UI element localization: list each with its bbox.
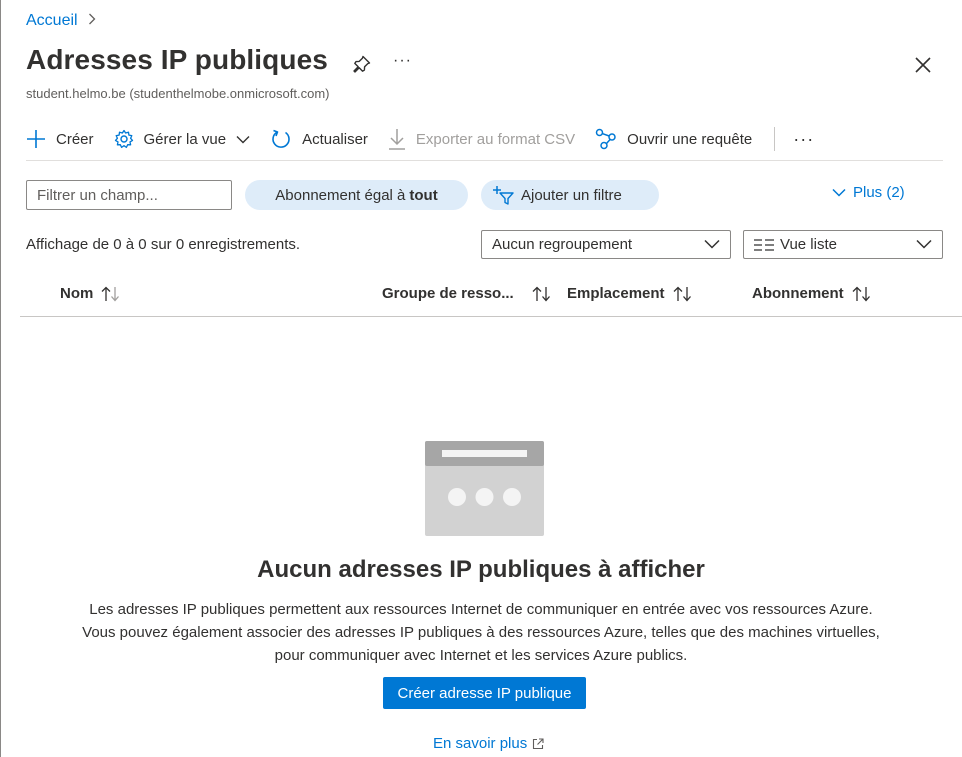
add-filter-button[interactable]: Ajouter un filtre <box>481 180 659 210</box>
toolbar-divider <box>774 127 776 151</box>
sort-icon <box>101 286 120 301</box>
chevron-down-icon <box>832 188 846 197</box>
plus-icon <box>27 130 45 148</box>
command-bar: Créer Gérer la vue Actualiser Exporter a… <box>26 122 814 156</box>
download-icon <box>388 129 405 150</box>
column-header-subscription[interactable]: Abonnement <box>752 285 872 302</box>
export-csv-button[interactable]: Exporter au format CSV <box>388 128 575 150</box>
empty-browser-illustration-icon <box>425 441 544 536</box>
column-header-location[interactable]: Emplacement <box>567 285 693 302</box>
list-view-icon <box>754 238 774 251</box>
more-filters-link[interactable]: Plus (2) <box>832 184 905 201</box>
refresh-label: Actualiser <box>302 130 368 148</box>
column-header-subscription-label: Abonnement <box>752 285 844 302</box>
more-filters-label: Plus (2) <box>853 184 905 201</box>
open-query-button[interactable]: Ouvrir une requête <box>595 128 752 150</box>
sort-icon <box>532 286 550 301</box>
manage-view-button[interactable]: Gérer la vue <box>114 129 251 149</box>
column-header-resource-group[interactable]: Groupe de resso... <box>382 285 552 302</box>
title-more-button[interactable]: ··· <box>393 52 412 70</box>
subscription-filter-pill[interactable]: Abonnement égal à tout <box>245 180 468 210</box>
export-csv-label: Exporter au format CSV <box>415 130 576 148</box>
empty-state-line-3: pour communiquer avec Internet et les se… <box>274 647 688 664</box>
subscription-filter-value: tout <box>409 186 438 204</box>
learn-more-label: En savoir plus <box>433 735 528 752</box>
chevron-down-icon <box>916 239 932 249</box>
column-header-location-label: Emplacement <box>567 285 665 302</box>
add-filter-label: Ajouter un filtre <box>521 186 622 204</box>
empty-state-line-1: Les adresses IP publiques permettent aux… <box>89 601 873 618</box>
column-header-resource-group-label: Groupe de resso... <box>382 285 514 302</box>
manage-view-label: Gérer la vue <box>143 130 227 148</box>
page-subtitle: student.helmo.be (studenthelmobe.onmicro… <box>26 86 330 101</box>
grouping-select-value: Aucun regroupement <box>492 236 633 253</box>
chevron-right-icon <box>88 12 96 30</box>
open-query-label: Ouvrir une requête <box>627 130 753 148</box>
table-header-divider <box>20 316 962 317</box>
breadcrumb: Accueil <box>26 12 96 30</box>
toolbar-divider-line <box>26 160 943 161</box>
create-button[interactable]: Créer <box>26 129 94 149</box>
refresh-icon <box>272 129 290 148</box>
refresh-button[interactable]: Actualiser <box>270 128 368 150</box>
subscription-filter-label: Abonnement égal à <box>275 186 406 204</box>
create-public-ip-button[interactable]: Créer adresse IP publique <box>383 677 586 709</box>
grouping-select[interactable]: Aucun regroupement <box>481 230 731 259</box>
breadcrumb-home-link[interactable]: Accueil <box>26 12 78 30</box>
filter-input[interactable] <box>26 180 232 210</box>
chevron-down-icon <box>236 135 250 143</box>
empty-state-line-2: Vous pouvez également associer des adres… <box>82 624 880 641</box>
sort-icon <box>673 286 691 301</box>
sort-icon <box>852 286 870 301</box>
query-graph-icon <box>595 128 616 150</box>
external-link-icon <box>533 737 544 749</box>
add-filter-icon <box>493 186 514 205</box>
view-mode-select[interactable]: Vue liste <box>743 230 943 259</box>
create-label: Créer <box>56 130 94 148</box>
pin-icon[interactable] <box>352 54 372 79</box>
toolbar-more-button[interactable]: ··· <box>793 129 814 150</box>
column-header-name[interactable]: Nom <box>60 285 121 302</box>
chevron-down-icon <box>704 239 720 249</box>
gear-icon <box>114 129 133 149</box>
empty-state-description: Les adresses IP publiques permettent aux… <box>0 598 962 667</box>
close-icon[interactable] <box>914 56 932 79</box>
learn-more-link[interactable]: En savoir plus <box>433 735 544 752</box>
empty-state-title: Aucun adresses IP publiques à afficher <box>257 556 705 583</box>
column-header-name-label: Nom <box>60 285 94 302</box>
records-count: Affichage de 0 à 0 sur 0 enregistrements… <box>26 236 301 253</box>
view-mode-select-value: Vue liste <box>780 236 837 253</box>
page-title: Adresses IP publiques <box>26 44 328 75</box>
